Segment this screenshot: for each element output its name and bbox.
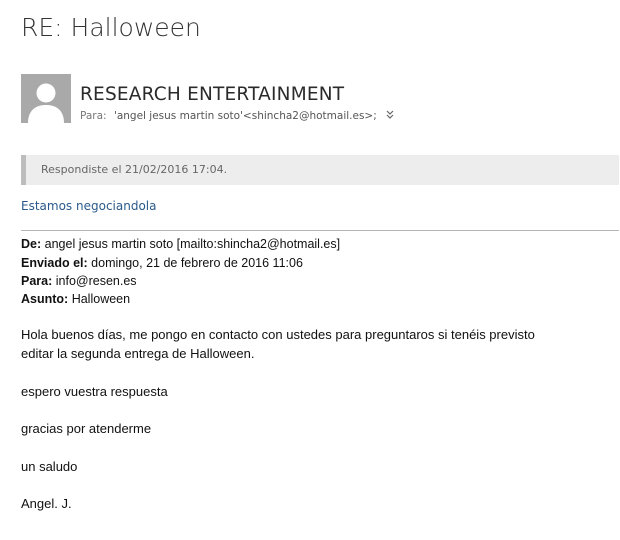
reply-note: Estamos negociandola bbox=[21, 199, 157, 213]
quoted-to-label: Para: bbox=[21, 274, 53, 288]
quoted-subject: Asunto: Halloween bbox=[21, 292, 130, 306]
divider bbox=[21, 230, 619, 231]
replied-banner-text: Respondiste el 21/02/2016 17:04. bbox=[41, 163, 228, 176]
quoted-from-label: De: bbox=[21, 237, 42, 251]
quoted-to: Para: info@resen.es bbox=[21, 274, 137, 288]
body-line: Hola buenos días, me pongo en contacto c… bbox=[21, 327, 535, 342]
chevron-double-down-icon[interactable] bbox=[386, 110, 394, 122]
quoted-sent-label: Enviado el: bbox=[21, 256, 88, 270]
quoted-sent: Enviado el: domingo, 21 de febrero de 20… bbox=[21, 256, 303, 270]
quoted-from: De: angel jesus martin soto [mailto:shin… bbox=[21, 237, 340, 251]
replied-banner: Respondiste el 21/02/2016 17:04. bbox=[21, 155, 619, 185]
body-line: un saludo bbox=[21, 459, 78, 474]
quoted-from-value: angel jesus martin soto [mailto:shincha2… bbox=[44, 237, 341, 251]
sender-name[interactable]: RESEARCH ENTERTAINMENT bbox=[80, 84, 344, 105]
quoted-subject-label: Asunto: bbox=[21, 292, 69, 306]
body-line: espero vuestra respuesta bbox=[21, 384, 168, 399]
to-label: Para: bbox=[80, 110, 107, 122]
quoted-subject-value: Halloween bbox=[71, 292, 131, 306]
person-silhouette-icon bbox=[21, 74, 71, 123]
quoted-sent-value: domingo, 21 de febrero de 2016 11:06 bbox=[91, 256, 303, 270]
avatar bbox=[21, 74, 71, 123]
body-line: editar la segunda entrega de Halloween. bbox=[21, 346, 255, 361]
quoted-to-value[interactable]: info@resen.es bbox=[56, 274, 137, 288]
body-line: gracias por atenderme bbox=[21, 421, 152, 436]
email-subject: RE: Halloween bbox=[21, 13, 201, 42]
signature: Angel. J. bbox=[21, 496, 72, 511]
recipient-address[interactable]: 'angel jesus martin soto'<shincha2@hotma… bbox=[114, 110, 377, 122]
recipient-row: Para: 'angel jesus martin soto'<shincha2… bbox=[80, 110, 394, 122]
